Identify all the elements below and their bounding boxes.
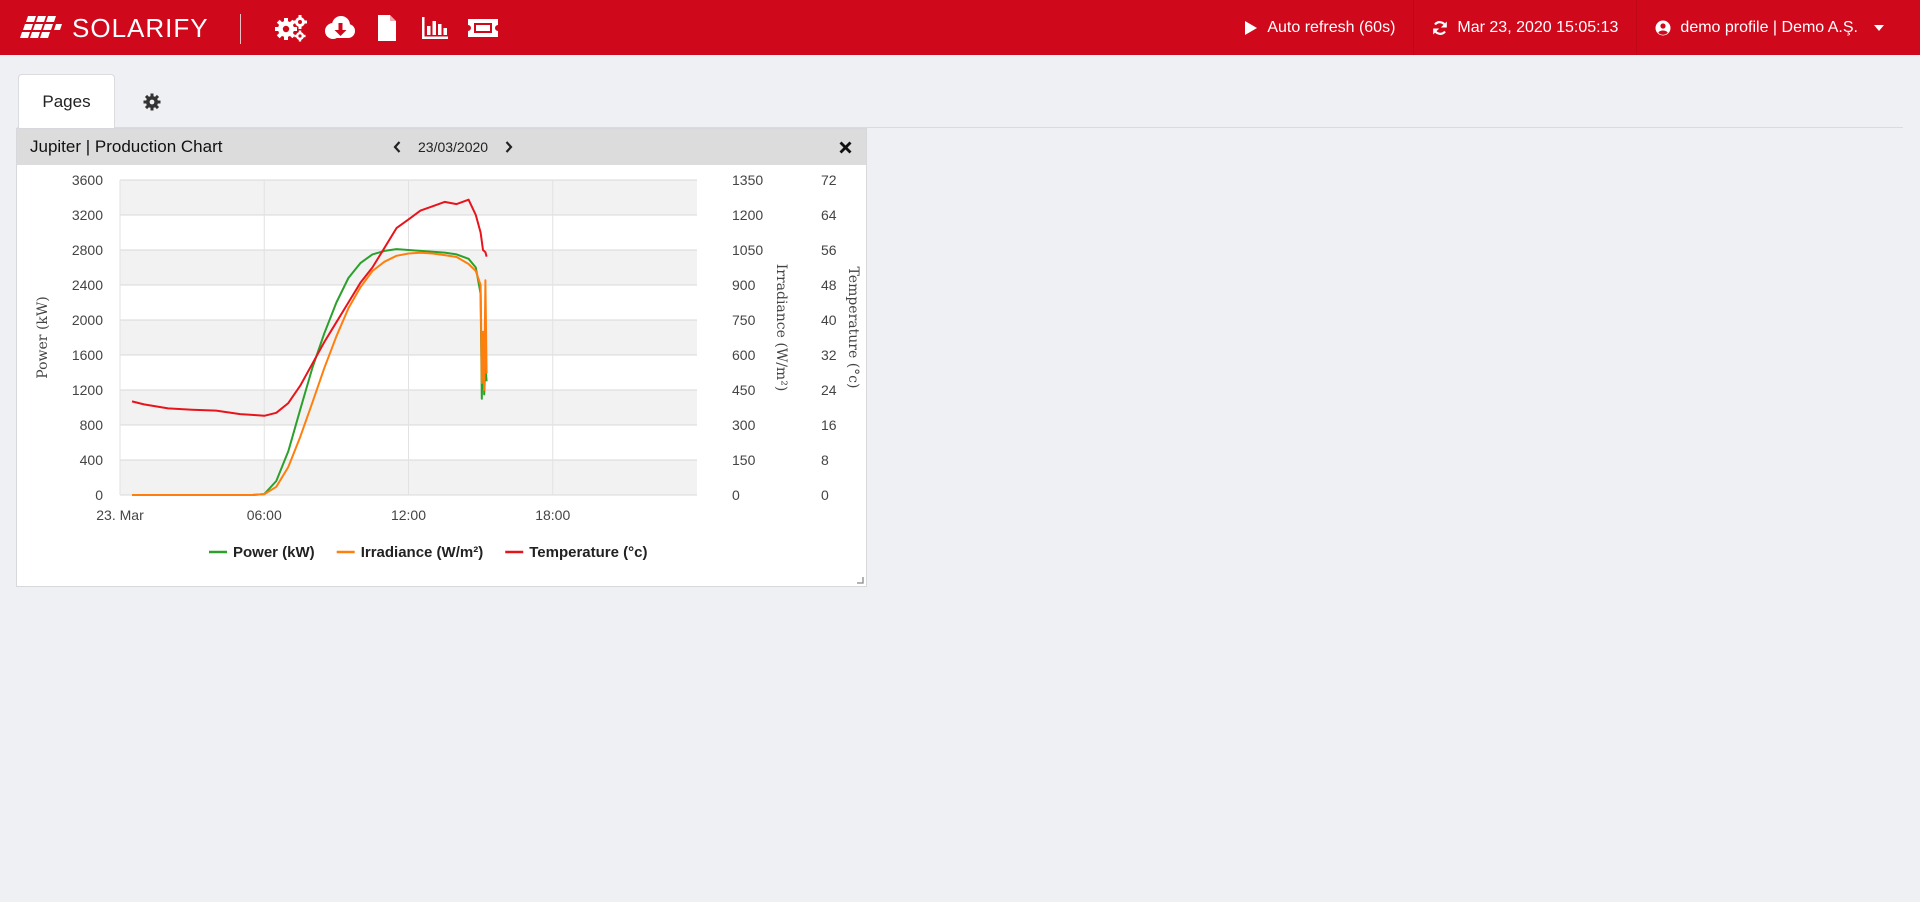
gear-icon — [143, 93, 161, 111]
irradiance-tick-label: 0 — [732, 487, 740, 503]
x-tick-label: 06:00 — [247, 507, 282, 523]
legend-item-label[interactable]: Temperature (°c) — [529, 544, 647, 561]
temperature-tick-label: 16 — [821, 417, 837, 433]
play-icon — [1245, 20, 1258, 35]
user-circle-icon — [1655, 20, 1671, 35]
legend-item-label[interactable]: Irradiance (W/m²) — [361, 544, 484, 561]
top-right-menu: Auto refresh (60s) Mar 23, 2020 15:05:13… — [1226, 0, 1920, 55]
left-axis-ticks: 0 400 800 1200 1600 2000 2400 2800 3200 3600 — [72, 172, 103, 503]
irradiance-tick-label: 300 — [732, 417, 756, 433]
top-navbar: SOLARIFY Auto refresh (60s) Mar 23, 2020… — [0, 0, 1920, 55]
temperature-axis-title: Temperature (°c) — [845, 267, 861, 389]
temperature-tick-label: 0 — [821, 487, 829, 503]
production-line-chart: 04008001200160020002400280032003600 0150… — [35, 172, 861, 561]
irradiance-tick-label: 1350 — [732, 172, 763, 188]
power-tick-label: 2000 — [72, 312, 103, 328]
file-icon[interactable] — [370, 12, 404, 44]
chart-legend: Power (kW) Irradiance (W/m²) Temperature (… — [209, 544, 647, 561]
power-tick-label: 400 — [80, 452, 104, 468]
x-axis-ticks: 23. Mar 06:00 12:00 18:00 — [96, 507, 570, 523]
temperature-tick-label: 64 — [821, 207, 837, 223]
profile-dropdown[interactable]: demo profile | Demo A.Ş. — [1636, 0, 1902, 55]
sync-icon — [1433, 20, 1448, 35]
solarify-logo[interactable]: SOLARIFY — [20, 12, 209, 44]
chevron-left-icon — [393, 141, 401, 153]
profile-label: demo profile | Demo A.Ş. — [1680, 18, 1858, 36]
irradiance-tick-label: 150 — [732, 452, 756, 468]
power-axis-title: Power (kW) — [35, 296, 51, 379]
auto-refresh-label: Auto refresh (60s) — [1267, 18, 1396, 36]
temperature-axis-ticks: 0 8 16 24 32 40 48 56 64 72 — [821, 172, 837, 503]
irradiance-tick-label: 1200 — [732, 207, 763, 223]
irradiance-tick-label: 1050 — [732, 242, 763, 258]
temperature-tick-label: 8 — [821, 452, 829, 468]
legend-item-label[interactable]: Power (kW) — [233, 544, 315, 561]
temperature-tick-label: 40 — [821, 312, 837, 328]
widget-header[interactable]: Jupiter | Production Chart 23/03/2020 — [17, 129, 866, 165]
temperature-tick-label: 72 — [821, 172, 837, 188]
irradiance-axis-ticks: 0 150 300 450 600 750 900 1050 1200 1350 — [732, 172, 763, 503]
date-label[interactable]: 23/03/2020 — [418, 139, 488, 155]
solar-panel-logo-icon — [20, 16, 62, 38]
refresh-timestamp-button[interactable]: Mar 23, 2020 15:05:13 — [1413, 0, 1636, 55]
power-tick-label: 2800 — [72, 242, 103, 258]
power-tick-label: 0 — [95, 487, 103, 503]
x-tick-label: 18:00 — [535, 507, 570, 523]
ticket-icon[interactable] — [466, 12, 500, 44]
irradiance-tick-label: 750 — [732, 312, 756, 328]
cloud-download-icon[interactable] — [322, 12, 356, 44]
irradiance-axis-title: Irradiance (W/m²) — [773, 264, 789, 392]
caret-down-icon — [1874, 24, 1884, 31]
temperature-tick-label: 48 — [821, 277, 837, 293]
tab-settings[interactable] — [140, 90, 164, 114]
chevron-right-icon — [505, 141, 513, 153]
temperature-tick-label: 32 — [821, 347, 837, 363]
toolbar-icons — [274, 12, 500, 44]
close-widget-button[interactable] — [836, 138, 854, 156]
header-divider — [240, 14, 241, 44]
resize-handle-icon[interactable] — [856, 576, 864, 584]
timestamp-label: Mar 23, 2020 15:05:13 — [1457, 18, 1619, 36]
widget-title: Jupiter | Production Chart — [30, 137, 223, 156]
production-chart-widget: Jupiter | Production Chart 23/03/2020 0 … — [16, 128, 867, 587]
close-icon — [839, 141, 851, 153]
power-tick-label: 800 — [80, 417, 104, 433]
x-tick-label: 23. Mar — [96, 507, 144, 523]
power-tick-label: 2400 — [72, 277, 103, 293]
settings-gears-icon[interactable] — [274, 12, 308, 44]
power-tick-label: 3200 — [72, 207, 103, 223]
power-tick-label: 1200 — [72, 382, 103, 398]
irradiance-tick-label: 900 — [732, 277, 756, 293]
bar-chart-icon[interactable] — [418, 12, 452, 44]
power-tick-label: 3600 — [72, 172, 103, 188]
next-date-button[interactable] — [498, 137, 520, 157]
power-tick-label: 1600 — [72, 347, 103, 363]
irradiance-tick-label: 450 — [732, 382, 756, 398]
temperature-tick-label: 56 — [821, 242, 837, 258]
temperature-tick-label: 24 — [821, 382, 837, 398]
date-navigator: 23/03/2020 — [386, 137, 520, 157]
previous-date-button[interactable] — [386, 137, 408, 157]
logo-text: SOLARIFY — [72, 12, 209, 43]
auto-refresh-toggle[interactable]: Auto refresh (60s) — [1226, 0, 1413, 55]
x-tick-label: 12:00 — [391, 507, 426, 523]
irradiance-tick-label: 600 — [732, 347, 756, 363]
tab-pages[interactable]: Pages — [18, 74, 115, 128]
